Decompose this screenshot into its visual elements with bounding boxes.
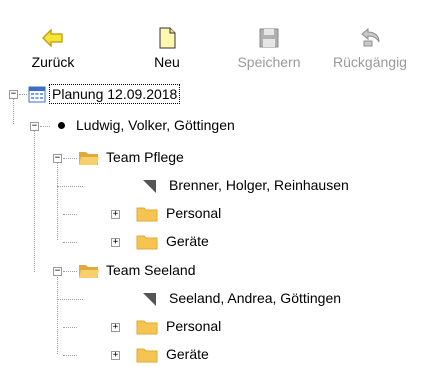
- expand-toggle[interactable]: +: [111, 351, 120, 360]
- calendar-icon: [28, 86, 46, 103]
- new-button[interactable]: Neu: [142, 26, 192, 76]
- tree-line: [63, 214, 77, 215]
- folder-icon: [136, 207, 158, 222]
- tree-node-team1-personal-label[interactable]: Personal: [166, 205, 221, 221]
- undo-button-label: Rückgängig: [333, 54, 407, 70]
- tree-node-person-label[interactable]: Ludwig, Volker, Göttingen: [76, 117, 235, 133]
- new-document-icon: [159, 27, 176, 49]
- folder-icon: [136, 348, 158, 363]
- flag-icon: [143, 293, 156, 306]
- tree-line: [63, 327, 77, 328]
- tree-node-root-label[interactable]: Planung 12.09.2018: [49, 84, 181, 104]
- folder-icon: [136, 235, 158, 250]
- folder-icon: [136, 320, 158, 335]
- expand-toggle[interactable]: +: [111, 210, 120, 219]
- tree-line: [63, 355, 77, 356]
- undo-icon: [361, 27, 380, 47]
- tree-line: [63, 271, 77, 272]
- tree-line: [63, 242, 77, 243]
- tree-view[interactable]: − Planung 12.09.2018 − Ludwig, Volker, G…: [0, 80, 429, 367]
- tree-node-team2-label[interactable]: Team Seeland: [106, 262, 196, 278]
- save-button[interactable]: Speichern: [232, 26, 306, 76]
- folder-open-icon: [79, 152, 99, 165]
- tree-line: [63, 158, 77, 159]
- collapse-toggle[interactable]: −: [30, 122, 39, 131]
- folder-open-icon: [79, 265, 99, 278]
- expand-toggle[interactable]: +: [111, 323, 120, 332]
- bullet-icon: [58, 122, 65, 129]
- flag-icon: [143, 180, 156, 193]
- tree-node-team2-personal-label[interactable]: Personal: [166, 318, 221, 334]
- arrow-left-icon: [42, 28, 63, 48]
- collapse-toggle[interactable]: −: [53, 154, 62, 163]
- tree-node-team1-geraete-label[interactable]: Geräte: [166, 233, 209, 249]
- expand-toggle[interactable]: +: [111, 238, 120, 247]
- collapse-toggle[interactable]: −: [53, 267, 62, 276]
- tree-node-team2-geraete-label[interactable]: Geräte: [166, 346, 209, 362]
- undo-button[interactable]: Rückgängig: [324, 26, 416, 76]
- tree-node-team2-leader-label[interactable]: Seeland, Andrea, Göttingen: [169, 290, 341, 306]
- tree-node-team1-label[interactable]: Team Pflege: [106, 149, 184, 165]
- toolbar: Zurück Neu Speichern Rückgängig: [0, 0, 429, 78]
- back-button[interactable]: Zurück: [28, 26, 78, 76]
- back-button-label: Zurück: [31, 54, 75, 70]
- save-button-label: Speichern: [237, 54, 301, 70]
- tree-line: [57, 272, 58, 354]
- collapse-toggle[interactable]: −: [9, 90, 18, 99]
- tree-line: [57, 158, 58, 240]
- tree-line: [57, 299, 83, 300]
- tree-line: [57, 186, 83, 187]
- new-button-label: Neu: [154, 54, 180, 70]
- tree-line: [34, 130, 35, 272]
- tree-line: [40, 126, 50, 127]
- floppy-disk-icon: [259, 28, 279, 48]
- tree-node-team1-leader-label[interactable]: Brenner, Holger, Reinhausen: [169, 177, 349, 193]
- tree-line: [19, 94, 27, 95]
